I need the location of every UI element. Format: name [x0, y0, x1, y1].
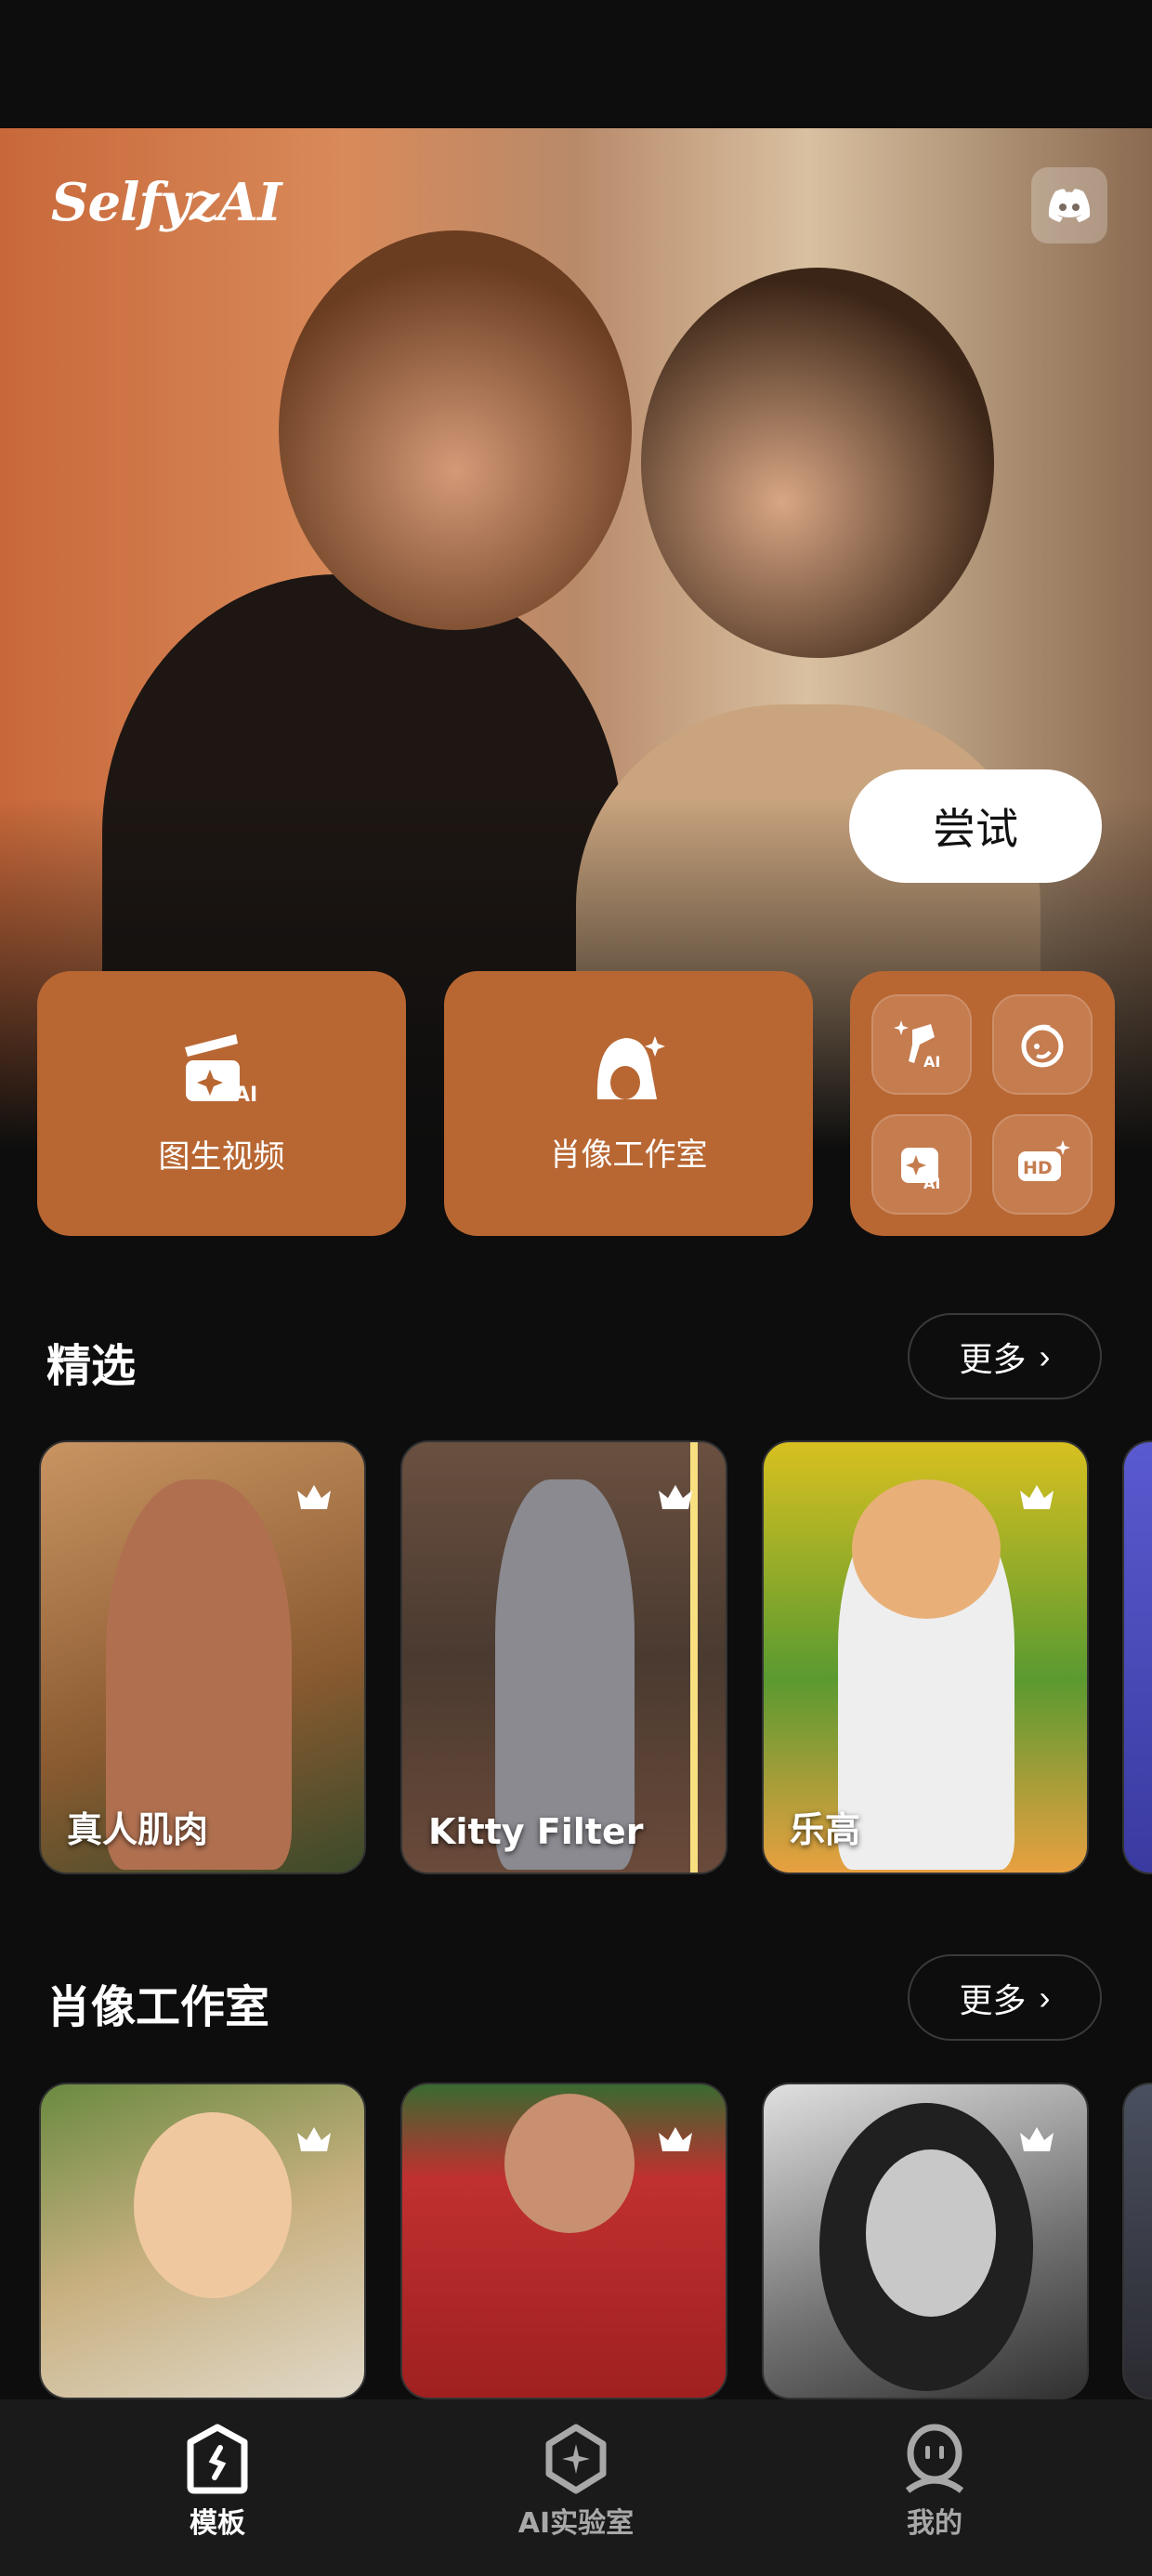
tool-ai-image[interactable]: AI: [871, 1114, 972, 1215]
nav-label: AI实验室: [517, 2507, 635, 2540]
crown-icon: [297, 1485, 331, 1509]
bottom-nav: 模板 AI实验室 我的: [0, 2399, 1152, 2576]
nav-label: 我的: [907, 2507, 962, 2540]
template-card[interactable]: [400, 2083, 727, 2399]
feature-label: 图生视频: [158, 1138, 285, 1176]
chevron-right-icon: ›: [1039, 1336, 1051, 1375]
portrait-studio-icon: [596, 1036, 665, 1099]
template-card[interactable]: [762, 2083, 1089, 2399]
more-label: 更多: [959, 1980, 1027, 2019]
svg-text:AI: AI: [923, 1175, 940, 1190]
template-card[interactable]: 真人肌肉: [39, 1440, 366, 1874]
nav-item-profile[interactable]: 我的: [823, 2424, 1046, 2541]
ai-image-icon: AI: [901, 1148, 940, 1190]
feature-label: 肖像工作室: [549, 1137, 708, 1174]
face-swap-icon: [1021, 1024, 1064, 1068]
crown-icon: [1020, 1485, 1054, 1509]
hero-image-head: [641, 268, 994, 658]
app-logo: SelfyzAI: [51, 172, 281, 233]
tool-ai-brush[interactable]: AI: [871, 994, 972, 1095]
nav-item-templates[interactable]: 模板: [106, 2424, 329, 2541]
template-label: 乐高: [790, 1809, 861, 1850]
more-label: 更多: [959, 1339, 1027, 1378]
discord-icon: [1048, 189, 1091, 222]
crown-icon: [659, 2127, 692, 2151]
discord-button[interactable]: [1031, 167, 1107, 243]
section-title-featured: 精选: [46, 1340, 137, 1392]
hd-enhance-icon: HD: [1018, 1140, 1070, 1181]
template-card[interactable]: 乐高: [762, 1440, 1089, 1874]
template-image-head: [852, 1479, 1001, 1619]
template-card[interactable]: [1122, 2083, 1152, 2399]
crown-icon: [297, 2127, 331, 2151]
ai-brush-icon: AI: [894, 1020, 940, 1071]
template-image: [134, 2112, 292, 2298]
tool-hd-enhance[interactable]: HD: [992, 1114, 1093, 1215]
section-title-portrait-studio: 肖像工作室: [46, 1981, 270, 2033]
svg-text:HD: HD: [1023, 1158, 1053, 1178]
image-to-video-ai-icon: AI: [184, 1034, 257, 1105]
more-button-featured[interactable]: 更多 ›: [908, 1313, 1102, 1400]
nav-label: 模板: [190, 2507, 245, 2540]
template-card[interactable]: [1122, 1440, 1152, 1874]
tool-face-swap[interactable]: [992, 994, 1093, 1095]
template-card[interactable]: Kitty Filter: [400, 1440, 727, 1874]
crown-icon: [1020, 2127, 1054, 2151]
svg-text:AI: AI: [923, 1053, 940, 1071]
template-icon: [187, 2424, 248, 2494]
ai-lab-icon: [545, 2424, 607, 2494]
template-label: Kitty Filter: [428, 1811, 644, 1852]
chevron-right-icon: ›: [1039, 1978, 1051, 2017]
status-bar: [0, 0, 1152, 128]
more-button-portrait-studio[interactable]: 更多 ›: [908, 1954, 1102, 2041]
profile-icon: [905, 2424, 964, 2493]
template-card[interactable]: [39, 2083, 366, 2399]
nav-item-ai-lab[interactable]: AI实验室: [465, 2424, 687, 2541]
template-image-face: [866, 2149, 996, 2317]
hero-image-head: [279, 230, 632, 630]
template-image: [504, 2094, 635, 2233]
feature-portrait-studio[interactable]: 肖像工作室: [444, 971, 813, 1236]
template-label: 真人肌肉: [67, 1809, 209, 1850]
crown-icon: [659, 1485, 692, 1509]
svg-text:AI: AI: [234, 1084, 257, 1105]
feature-image-to-video[interactable]: AI 图生视频: [37, 971, 406, 1236]
try-button[interactable]: 尝试: [849, 769, 1102, 883]
